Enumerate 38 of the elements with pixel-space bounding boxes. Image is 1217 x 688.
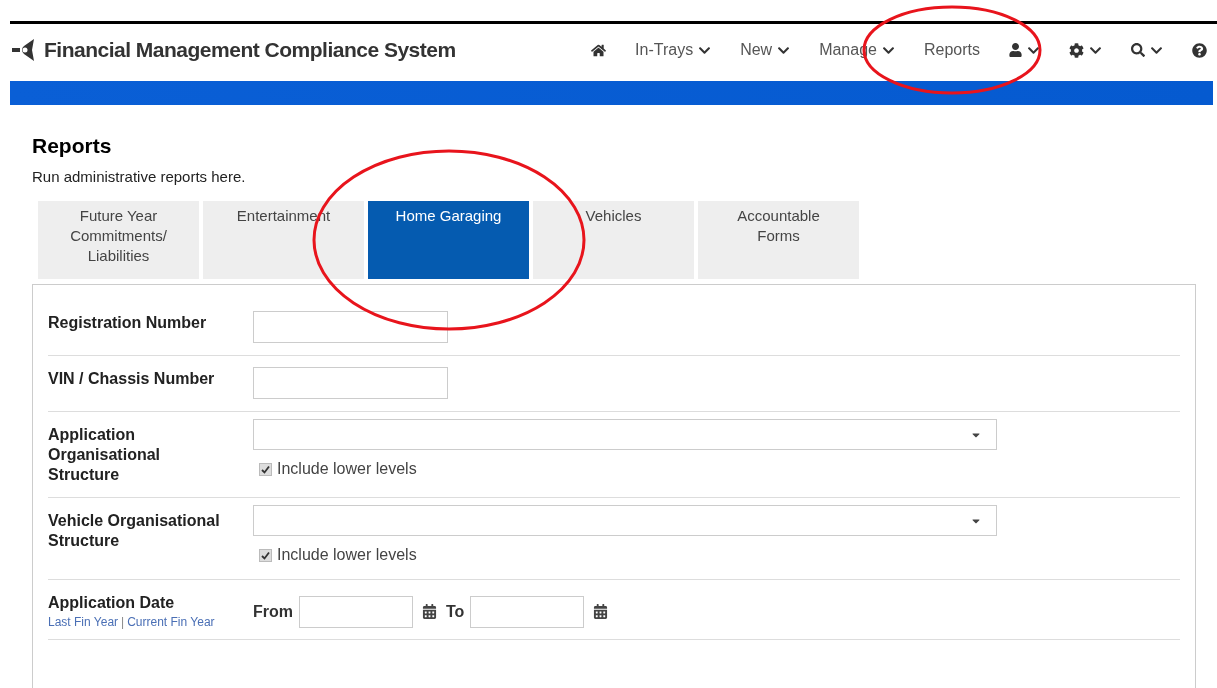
field-label: Vehicle Organisational Structure xyxy=(48,511,221,551)
home-icon[interactable] xyxy=(591,42,607,58)
report-tab[interactable]: Future Year Commitments/ Liabilities xyxy=(38,201,199,279)
text-input[interactable] xyxy=(253,311,448,343)
report-tab[interactable]: Home Garaging xyxy=(368,201,529,279)
link-separator: | xyxy=(121,614,125,631)
checkbox[interactable] xyxy=(259,462,272,476)
settings-icon[interactable] xyxy=(1069,42,1102,58)
app-title: Financial Management Compliance System xyxy=(44,37,456,64)
user-icon[interactable] xyxy=(1009,43,1040,57)
page-title: Reports xyxy=(32,133,113,159)
page-subtitle: Run administrative reports here. xyxy=(32,166,247,187)
nav-menu[interactable]: In-Trays xyxy=(635,38,712,62)
checkbox-label: Include lower levels xyxy=(277,545,417,565)
checkmark-icon xyxy=(261,550,270,560)
to-label: To xyxy=(446,601,465,622)
field-label: Application Organisational Structure xyxy=(48,425,162,485)
checkmark-icon xyxy=(261,464,270,474)
calendar-icon[interactable] xyxy=(593,604,609,619)
field-label: VIN / Chassis Number xyxy=(48,369,216,389)
nav-menu[interactable]: New xyxy=(740,38,791,62)
date-input[interactable] xyxy=(470,595,585,628)
text-input[interactable] xyxy=(253,367,448,399)
report-tab[interactable]: Accountable Forms xyxy=(698,201,859,279)
report-tab[interactable]: Vehicles xyxy=(533,201,694,279)
field-label: Application Date xyxy=(48,593,176,613)
help-icon[interactable] xyxy=(1192,42,1207,58)
from-label: From xyxy=(253,601,293,622)
checkbox-label: Include lower levels xyxy=(277,459,417,479)
checkbox[interactable] xyxy=(259,548,272,562)
nav-menu[interactable]: Reports xyxy=(923,38,980,62)
logo-icon xyxy=(10,37,36,63)
calendar-icon[interactable] xyxy=(422,604,437,619)
date-shortcut-link[interactable]: Last Fin Year xyxy=(48,613,119,631)
field-label: Registration Number xyxy=(48,313,208,333)
date-shortcut-link[interactable]: Current Fin Year xyxy=(127,613,215,631)
search-icon[interactable] xyxy=(1131,43,1163,57)
date-input[interactable] xyxy=(299,595,413,628)
